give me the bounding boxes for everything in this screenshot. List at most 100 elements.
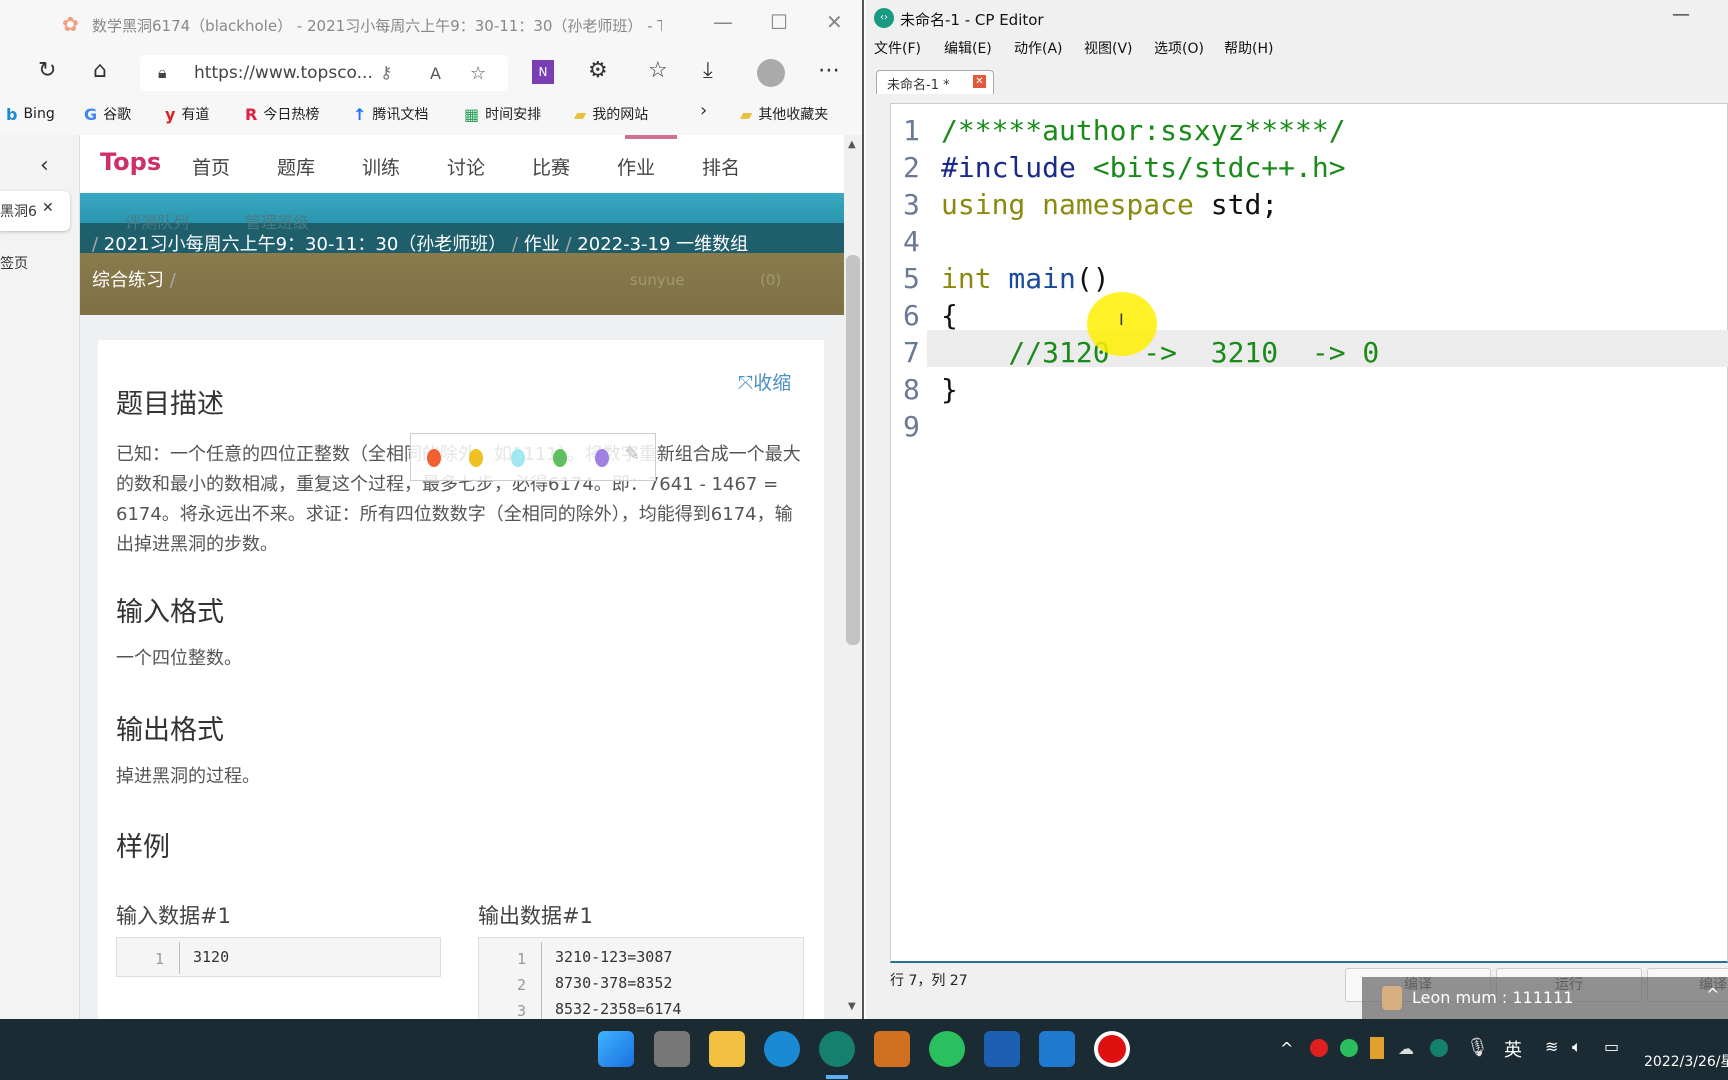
nav-contest[interactable]: 比赛 (532, 153, 570, 180)
close-tab-icon[interactable]: ✕ (42, 200, 54, 216)
code-editor[interactable]: 1 /*****author:ssxyz*****/ 2 #include <bits… (890, 103, 1728, 963)
file-explorer-icon[interactable] (709, 1031, 745, 1067)
cp-editor-logo-icon: ‹› (874, 8, 894, 28)
tray-wechat-icon[interactable] (1340, 1039, 1358, 1057)
editor-tab[interactable]: 未命名-1 * ✕ (876, 70, 994, 94)
bookmark-mysite[interactable]: ▰ 我的网站 (574, 100, 648, 128)
expand-icon[interactable]: ^ (1706, 985, 1719, 1004)
site-logo[interactable]: Tops (100, 148, 161, 176)
edge-icon[interactable] (764, 1031, 800, 1067)
browser-window: ✿ 数学黑洞6174（blackhole） - 2021习小每周六上午9：30-… (0, 0, 864, 1019)
nav-homework[interactable]: 作业 (617, 153, 655, 180)
collapse-button[interactable]: ⤧收缩 (738, 368, 791, 395)
microphone-icon[interactable]: 🎙︎ (1466, 1037, 1489, 1058)
cursor-position-status: 行 7，列 27 (890, 973, 968, 989)
onenote-icon[interactable]: N (532, 60, 554, 84)
output-format-text: 掉进黑洞的过程。 (116, 766, 260, 787)
new-tab-label[interactable]: 签页 (0, 253, 28, 273)
favorites-icon[interactable]: ☆ (648, 58, 668, 83)
tray-chevron-icon[interactable]: ^ (1280, 1039, 1293, 1058)
refresh-icon[interactable]: ↻ (38, 58, 56, 83)
nav-ranking[interactable]: 排名 (702, 153, 740, 180)
address-bar[interactable]: 🔒︎ https://www.topsco... ⚷ A ☆ (140, 55, 508, 91)
user-dropdown[interactable]: sunyue (630, 271, 684, 289)
bookmark-tencent-docs[interactable]: ↑ 腾讯文档 (353, 100, 428, 128)
color-red-button[interactable] (427, 449, 441, 467)
close-button[interactable]: ✕ (826, 10, 843, 34)
close-tab-icon[interactable]: ✕ (973, 75, 986, 88)
line-number: 5 (903, 262, 920, 295)
comments-count[interactable]: (0) (760, 271, 781, 289)
google-icon: G (84, 104, 98, 124)
maximize-button[interactable]: ☐ (770, 10, 788, 34)
tray-cp-editor-icon[interactable] (1430, 1039, 1448, 1057)
wechat-icon[interactable] (929, 1031, 965, 1067)
scroll-down-icon[interactable]: ▼ (848, 1001, 856, 1012)
youdao-icon: y (165, 104, 176, 124)
whiteboard-icon[interactable] (984, 1031, 1020, 1067)
tray-record-icon[interactable] (1310, 1039, 1328, 1057)
start-icon[interactable] (598, 1031, 634, 1067)
chevron-right-icon[interactable]: › (700, 100, 707, 121)
bookmark-jinri[interactable]: R 今日热榜 (245, 100, 319, 128)
volume-icon[interactable]: 🔈︎ (1572, 1037, 1582, 1057)
more-icon[interactable]: ⋯ (818, 58, 840, 83)
minimize-button[interactable]: — (713, 10, 733, 34)
bookmark-bing[interactable]: b Bing (6, 100, 55, 128)
code-line: using namespace std; (941, 188, 1279, 221)
browser-titlebar: ✿ 数学黑洞6174（blackhole） - 2021习小每周六上午9：30-… (0, 0, 864, 50)
download-icon[interactable]: ⤓ (703, 58, 713, 83)
recorder-icon[interactable] (1094, 1031, 1130, 1067)
dev-cpp-icon[interactable] (874, 1031, 910, 1067)
page-scrollbar[interactable]: ▲ ▼ (844, 135, 862, 1019)
line-number: 3 (903, 188, 920, 221)
color-green-button[interactable] (553, 449, 567, 467)
nav-problems[interactable]: 题库 (277, 153, 315, 180)
scroll-up-icon[interactable]: ▲ (848, 139, 856, 150)
pencil-icon[interactable]: ✎ (625, 444, 640, 465)
tab-item[interactable]: 黑洞6 ✕ (0, 191, 70, 231)
ime-indicator[interactable]: 英 (1504, 1036, 1522, 1062)
bookmark-google[interactable]: G 谷歌 (84, 100, 131, 128)
menu-action[interactable]: 动作(A) (1014, 38, 1063, 58)
home-icon[interactable]: ⌂ (93, 58, 107, 83)
collapse-chevron-icon[interactable]: ‹ (40, 153, 49, 178)
read-aloud-icon[interactable]: A (430, 64, 441, 83)
cp-minimize-button[interactable]: — (1672, 4, 1690, 25)
output-format-heading: 输出格式 (116, 715, 224, 746)
line-number: 9 (903, 410, 920, 443)
task-view-icon[interactable] (654, 1031, 690, 1067)
sample-output-box[interactable]: 123 3210-123=3087 8730-378=8352 8532-235… (478, 937, 804, 1019)
nav-training[interactable]: 训练 (362, 153, 400, 180)
sample-input-box[interactable]: 1 3120 (116, 937, 441, 977)
onedrive-icon[interactable]: ☁ (1398, 1039, 1414, 1058)
clock-date[interactable]: 2022/3/26/星 (1644, 1051, 1728, 1071)
code-line: int main() (941, 262, 1110, 295)
profile-avatar[interactable] (757, 59, 785, 87)
scrollbar-thumb[interactable] (846, 255, 860, 645)
bookmark-youdao[interactable]: y 有道 (165, 100, 209, 128)
image-viewer-icon[interactable] (1039, 1031, 1075, 1067)
wifi-icon[interactable]: ≋ (1545, 1037, 1558, 1056)
menu-file[interactable]: 文件(F) (874, 38, 921, 58)
folder-icon: ▰ (574, 104, 587, 124)
key-icon[interactable]: ⚷ (380, 63, 392, 83)
nav-home[interactable]: 首页 (192, 153, 230, 180)
menu-help[interactable]: 帮助(H) (1224, 38, 1273, 58)
web-page: Tops 首页 题库 训练 讨论 比赛 作业 排名 评测队列 管理班级 / 20… (80, 135, 844, 1019)
menu-view[interactable]: 视图(V) (1084, 38, 1133, 58)
color-purple-button[interactable] (595, 449, 609, 467)
battery-icon[interactable]: ▭ (1604, 1037, 1619, 1056)
extensions-icon[interactable]: ⚙ (588, 58, 608, 83)
cp-editor-taskbar-icon[interactable] (819, 1031, 855, 1067)
bookmark-schedule[interactable]: ▦ 时间安排 (464, 100, 541, 128)
window-title: 数学黑洞6174（blackhole） - 2021习小每周六上午9：30-11… (92, 17, 662, 35)
menu-options[interactable]: 选项(O) (1154, 38, 1204, 58)
tray-security-icon[interactable] (1370, 1037, 1384, 1059)
favorite-add-icon[interactable]: ☆ (470, 63, 486, 84)
nav-discuss[interactable]: 讨论 (447, 153, 485, 180)
color-cyan-button[interactable] (511, 449, 525, 467)
menu-edit[interactable]: 编辑(E) (944, 38, 992, 58)
color-yellow-button[interactable] (469, 449, 483, 467)
bookmark-other[interactable]: ▰ 其他收藏夹 (740, 100, 828, 128)
